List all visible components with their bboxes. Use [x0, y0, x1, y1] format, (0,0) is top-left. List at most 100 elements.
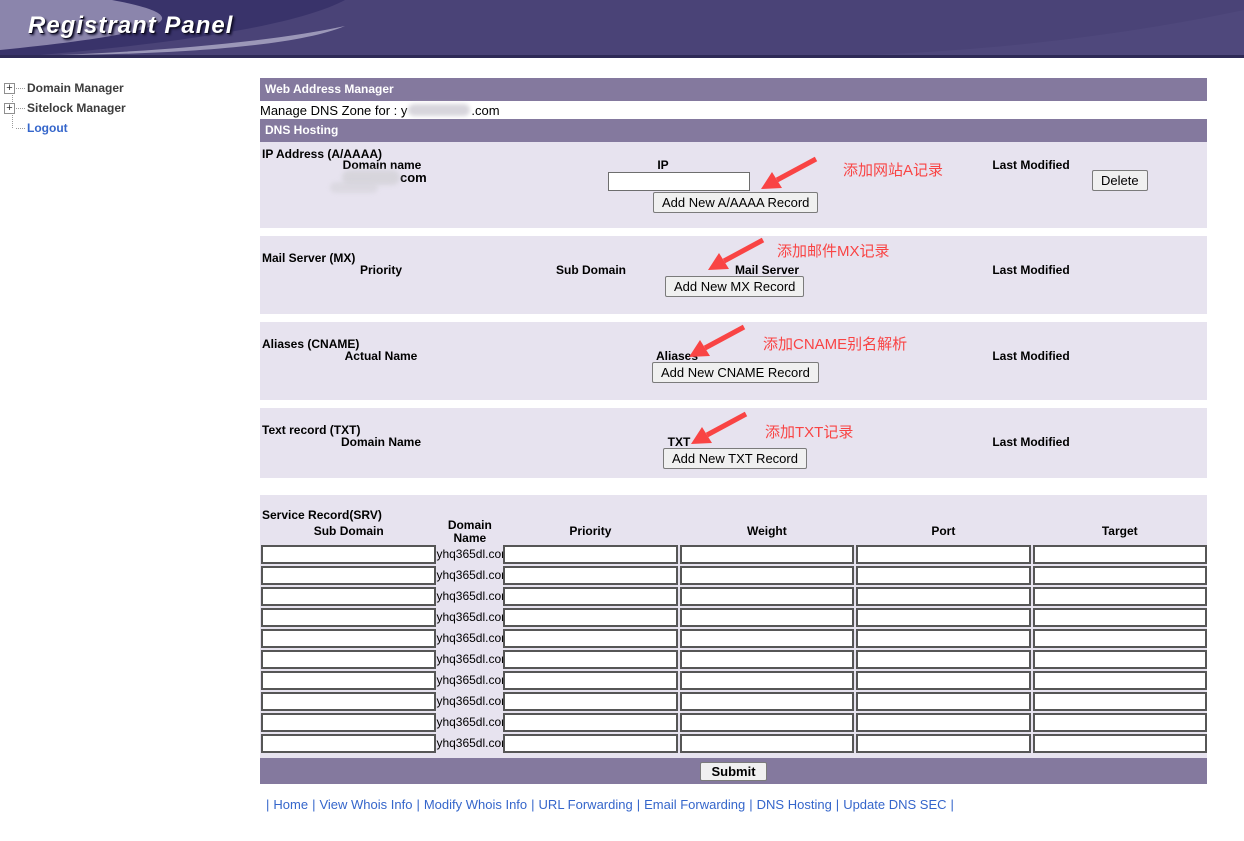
srv-priority-input[interactable] — [503, 587, 677, 606]
srv-weight-input[interactable] — [680, 545, 854, 564]
annotation-mx: 添加邮件MX记录 — [777, 240, 890, 261]
srv-weight-input[interactable] — [680, 587, 854, 606]
column-header-ip: IP — [593, 158, 733, 172]
footer-link-email-forwarding[interactable]: Email Forwarding — [644, 797, 745, 812]
srv-target-input[interactable] — [1033, 608, 1207, 627]
dns-hosting-bar: DNS Hosting — [260, 119, 1207, 142]
sidebar-item-sitelock-manager[interactable]: + Sitelock Manager — [4, 98, 126, 118]
column-header-last-modified: Last Modified — [961, 158, 1101, 172]
srv-port-input[interactable] — [856, 566, 1030, 585]
srv-port-input[interactable] — [856, 713, 1030, 732]
srv-priority-input[interactable] — [503, 608, 677, 627]
sidebar-item-domain-manager[interactable]: + Domain Manager — [4, 78, 124, 98]
footer-link-url-forwarding[interactable]: URL Forwarding — [539, 797, 633, 812]
sidebar-item-logout[interactable]: Logout — [4, 118, 68, 138]
footer-link-update-dns-sec[interactable]: Update DNS SEC — [843, 797, 946, 812]
srv-sub-domain-input[interactable] — [261, 650, 436, 669]
logout-link[interactable]: Logout — [27, 121, 68, 135]
srv-target-input[interactable] — [1033, 713, 1207, 732]
srv-priority-input[interactable] — [503, 713, 677, 732]
srv-priority-input[interactable] — [503, 629, 677, 648]
zone-suffix: .com — [471, 103, 499, 118]
srv-port-input[interactable] — [856, 608, 1030, 627]
srv-sub-domain-input[interactable] — [261, 671, 436, 690]
srv-port-input[interactable] — [856, 650, 1030, 669]
srv-target-input[interactable] — [1033, 692, 1207, 711]
srv-priority-input[interactable] — [503, 545, 677, 564]
footer-link-dns-hosting[interactable]: DNS Hosting — [757, 797, 832, 812]
srv-sub-domain-input[interactable] — [261, 566, 436, 585]
srv-sub-domain-input[interactable] — [261, 692, 436, 711]
srv-weight-input[interactable] — [680, 692, 854, 711]
srv-weight-input[interactable] — [680, 734, 854, 753]
delete-button[interactable]: Delete — [1092, 170, 1148, 191]
expand-plus-icon[interactable]: + — [4, 103, 15, 114]
srv-domain-name: yhq365dl.com — [436, 734, 503, 753]
srv-weight-input[interactable] — [680, 671, 854, 690]
srv-row: yhq365dl.com — [261, 587, 1207, 606]
column-header-last-modified: Last Modified — [961, 435, 1101, 449]
column-header-target: Target — [1033, 519, 1207, 545]
column-header-port: Port — [856, 519, 1030, 545]
web-address-manager-bar: Web Address Manager — [260, 78, 1207, 101]
srv-target-input[interactable] — [1033, 629, 1207, 648]
column-header-domain-name: Domain Name — [311, 435, 451, 449]
red-arrow-icon — [705, 236, 767, 279]
zone-prefix: Manage DNS Zone for : y — [260, 103, 407, 118]
redacted-domain-blur — [408, 104, 470, 116]
add-mx-record-button[interactable]: Add New MX Record — [665, 276, 804, 297]
srv-port-input[interactable] — [856, 671, 1030, 690]
srv-row: yhq365dl.com — [261, 734, 1207, 753]
srv-weight-input[interactable] — [680, 629, 854, 648]
separator: | — [531, 797, 534, 812]
separator: | — [836, 797, 839, 812]
srv-target-input[interactable] — [1033, 587, 1207, 606]
srv-sub-domain-input[interactable] — [261, 713, 436, 732]
ip-input[interactable] — [608, 172, 750, 191]
srv-target-input[interactable] — [1033, 734, 1207, 753]
footer-link-modify-whois[interactable]: Modify Whois Info — [424, 797, 527, 812]
srv-weight-input[interactable] — [680, 650, 854, 669]
expand-plus-icon[interactable]: + — [4, 83, 15, 94]
srv-priority-input[interactable] — [503, 692, 677, 711]
srv-target-input[interactable] — [1033, 671, 1207, 690]
column-header-last-modified: Last Modified — [961, 263, 1101, 277]
srv-sub-domain-input[interactable] — [261, 734, 436, 753]
srv-port-input[interactable] — [856, 587, 1030, 606]
column-header-actual-name: Actual Name — [311, 349, 451, 363]
srv-priority-input[interactable] — [503, 671, 677, 690]
srv-sub-domain-input[interactable] — [261, 629, 436, 648]
footer-link-view-whois[interactable]: View Whois Info — [319, 797, 412, 812]
srv-port-input[interactable] — [856, 629, 1030, 648]
srv-target-input[interactable] — [1033, 566, 1207, 585]
srv-domain-name: yhq365dl.com — [436, 713, 503, 732]
srv-priority-input[interactable] — [503, 650, 677, 669]
srv-weight-input[interactable] — [680, 713, 854, 732]
column-header-priority: Priority — [311, 263, 451, 277]
srv-target-input[interactable] — [1033, 650, 1207, 669]
srv-port-input[interactable] — [856, 692, 1030, 711]
srv-sub-domain-input[interactable] — [261, 545, 436, 564]
srv-domain-name: yhq365dl.com — [436, 566, 503, 585]
srv-weight-input[interactable] — [680, 608, 854, 627]
srv-sub-domain-input[interactable] — [261, 608, 436, 627]
separator: | — [266, 797, 269, 812]
srv-table-body: yhq365dl.com yhq365dl.com yhq365dl.com y… — [261, 545, 1207, 755]
srv-domain-name: yhq365dl.com — [436, 587, 503, 606]
srv-port-input[interactable] — [856, 734, 1030, 753]
srv-priority-input[interactable] — [503, 734, 677, 753]
footer-link-home[interactable]: Home — [273, 797, 308, 812]
srv-port-input[interactable] — [856, 545, 1030, 564]
srv-weight-input[interactable] — [680, 566, 854, 585]
srv-domain-name: yhq365dl.com — [436, 608, 503, 627]
section-txt: Text record (TXT) Domain Name TXT Add Ne… — [260, 408, 1207, 478]
srv-target-input[interactable] — [1033, 545, 1207, 564]
srv-row: yhq365dl.com — [261, 650, 1207, 669]
section-cname: Aliases (CNAME) Actual Name Aliases Add … — [260, 322, 1207, 400]
submit-button[interactable]: Submit — [700, 762, 766, 781]
separator: | — [416, 797, 419, 812]
footer-nav: | Home | View Whois Info | Modify Whois Info |… — [262, 797, 958, 812]
section-srv: Service Record(SRV) Sub Domain Domain Na… — [260, 495, 1207, 758]
srv-priority-input[interactable] — [503, 566, 677, 585]
srv-sub-domain-input[interactable] — [261, 587, 436, 606]
